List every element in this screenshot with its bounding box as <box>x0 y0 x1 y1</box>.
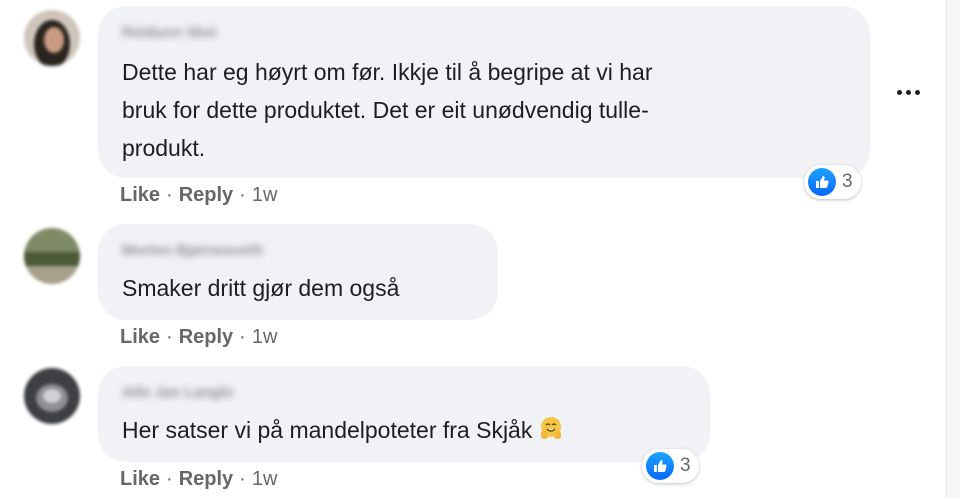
comment-author[interactable]: Morten Bjørnesveth <box>122 242 263 259</box>
comment-text-line: Smaker dritt gjør dem også <box>122 275 400 301</box>
thumbs-up-icon <box>808 168 836 196</box>
like-link[interactable]: Like <box>120 326 160 348</box>
comment-bubble: Morten Bjørnesveth Smaker dritt gjør dem… <box>98 224 498 320</box>
avatar[interactable] <box>24 228 80 284</box>
comment-2: Morten Bjørnesveth Smaker dritt gjør dem… <box>0 220 940 360</box>
timestamp[interactable]: 1w <box>252 468 278 490</box>
comment-actions: Like · Reply · 1w <box>120 184 277 207</box>
timestamp[interactable]: 1w <box>252 184 278 206</box>
comment-bubble: Reidunn Skei Dette har eg høyrt om før. … <box>98 6 870 178</box>
reply-link[interactable]: Reply <box>179 468 233 490</box>
comment-text-line: Dette har eg høyrt om før. Ikkje til å b… <box>122 59 653 85</box>
comment-actions: Like · Reply · 1w <box>120 468 277 491</box>
avatar[interactable] <box>24 10 80 66</box>
separator: · <box>239 326 246 348</box>
comment-text-line: bruk for dette produktet. Det er eit unø… <box>122 97 649 123</box>
separator: · <box>166 184 173 206</box>
comment-text-line: Her satser vi på mandelpoteter fra Skjåk <box>122 412 564 451</box>
avatar[interactable] <box>24 368 80 424</box>
comment-1: Reidunn Skei Dette har eg høyrt om før. … <box>0 0 940 220</box>
scrollbar[interactable] <box>946 0 960 498</box>
like-link[interactable]: Like <box>120 184 160 206</box>
hugging-face-emoji <box>538 415 564 451</box>
timestamp[interactable]: 1w <box>252 326 278 348</box>
reaction-summary[interactable]: 3 <box>642 449 699 483</box>
reply-link[interactable]: Reply <box>179 184 233 206</box>
comment-text: Her satser vi på mandelpoteter fra Skjåk <box>122 417 533 443</box>
reaction-count: 3 <box>842 171 853 192</box>
separator: · <box>166 326 173 348</box>
comment-bubble: Atle Jan Langlo Her satser vi på mandelp… <box>98 366 710 462</box>
comment-author[interactable]: Reidunn Skei <box>122 24 217 41</box>
reaction-summary[interactable]: 3 <box>804 165 861 199</box>
comment-text-line: produkt. <box>122 135 206 161</box>
separator: · <box>166 468 173 490</box>
more-options-icon[interactable] <box>892 78 924 106</box>
thumbs-up-icon <box>646 452 674 480</box>
separator: · <box>239 468 246 490</box>
separator: · <box>239 184 246 206</box>
comment-author[interactable]: Atle Jan Langlo <box>122 384 234 401</box>
comment-actions: Like · Reply · 1w <box>120 326 277 349</box>
reaction-count: 3 <box>680 455 691 476</box>
reply-link[interactable]: Reply <box>179 326 233 348</box>
comment-3: Atle Jan Langlo Her satser vi på mandelp… <box>0 360 940 498</box>
like-link[interactable]: Like <box>120 468 160 490</box>
